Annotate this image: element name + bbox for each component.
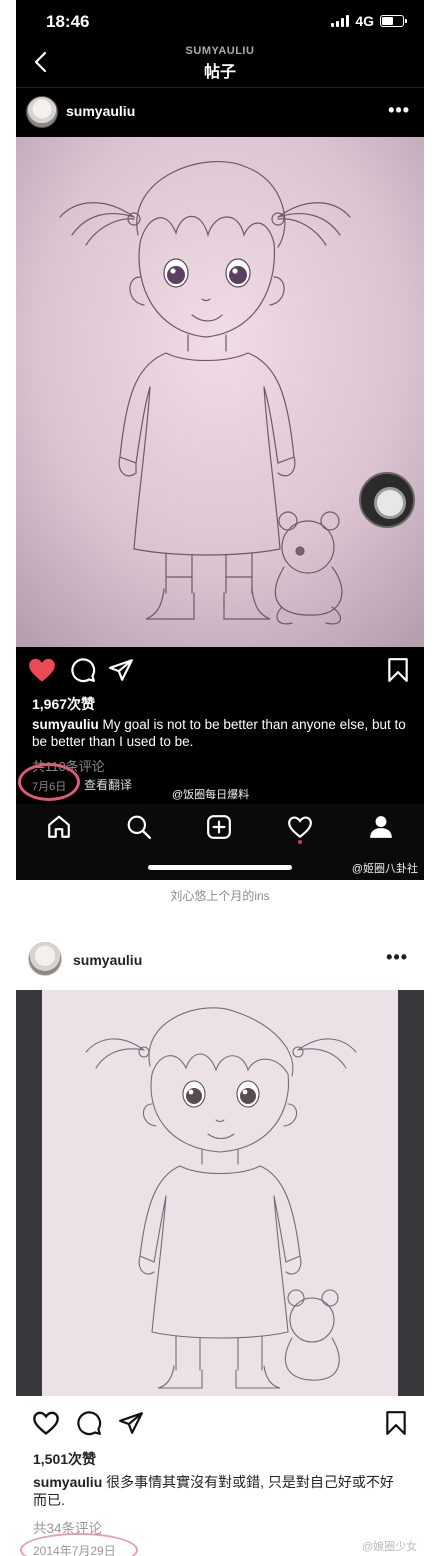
save-bookmark-icon[interactable]: [384, 1410, 408, 1436]
post-image-sketch: [16, 137, 424, 647]
post-actions: [16, 655, 424, 687]
see-translation-link[interactable]: 查看翻译: [84, 776, 132, 793]
nav-subtitle: SUMYAULIU: [185, 45, 255, 57]
comment-icon[interactable]: [70, 657, 96, 683]
likes-count[interactable]: 1,501次赞: [33, 1449, 96, 1469]
caption-username[interactable]: sumyauliu: [33, 1474, 102, 1490]
post-header: sumyauliu •••: [16, 90, 424, 136]
search-icon[interactable]: [126, 814, 152, 840]
battery-icon: [380, 15, 407, 27]
post-caption: sumyauliu My goal is not to be better th…: [32, 716, 412, 750]
post-header: sumyauliu •••: [16, 938, 424, 982]
post-actions: [16, 1408, 424, 1440]
nav-header: SUMYAULIU 帖子: [16, 44, 424, 88]
between-caption: 刘心悠上个月的ins: [170, 889, 270, 903]
post-image-sketch: [16, 990, 424, 1396]
caption-username[interactable]: sumyauliu: [32, 717, 99, 732]
status-bar: 18:46 4G: [16, 0, 424, 44]
home-indicator: [148, 865, 292, 870]
status-time: 18:46: [46, 12, 90, 31]
post-caption: sumyauliu 很多事情其實沒有對或錯, 只是對自己好或不好而已.: [33, 1473, 405, 1509]
weibo-watermark: @姬圈八卦社: [351, 863, 418, 875]
likes-count[interactable]: 1,967次赞: [32, 694, 95, 714]
highlight-circle-annotation: [18, 763, 80, 801]
nav-title: 帖子: [203, 64, 236, 81]
home-icon[interactable]: [46, 814, 72, 840]
network-label: 4G: [355, 13, 374, 29]
post-username[interactable]: sumyauliu: [73, 952, 142, 968]
post-username[interactable]: sumyauliu: [66, 103, 135, 119]
tab-bar: @姬圈八卦社: [16, 804, 424, 880]
new-post-icon[interactable]: [206, 814, 232, 840]
weibo-watermark: @饭圈每日爆料: [172, 789, 250, 801]
instagram-post-screenshot-dark: 18:46 4G SUMYAULIU 帖子 sumyauliu ••• 1,96…: [16, 0, 424, 880]
weibo-watermark: @娘圈少女: [362, 1541, 418, 1553]
notification-dot: [298, 840, 302, 844]
signal-icon: [331, 15, 350, 27]
avatar[interactable]: [28, 942, 62, 976]
more-options-icon[interactable]: •••: [386, 947, 408, 968]
profile-icon[interactable]: [368, 814, 394, 840]
heart-filled-icon[interactable]: [28, 657, 56, 683]
floating-assistive-touch-button[interactable]: [359, 472, 415, 528]
activity-heart-icon[interactable]: [287, 814, 313, 840]
share-icon[interactable]: [108, 657, 134, 683]
comment-icon[interactable]: [76, 1410, 102, 1436]
more-options-icon[interactable]: •••: [388, 100, 410, 121]
avatar[interactable]: [26, 96, 58, 128]
share-icon[interactable]: [118, 1410, 144, 1436]
save-bookmark-icon[interactable]: [386, 657, 410, 683]
heart-icon[interactable]: [32, 1410, 60, 1436]
